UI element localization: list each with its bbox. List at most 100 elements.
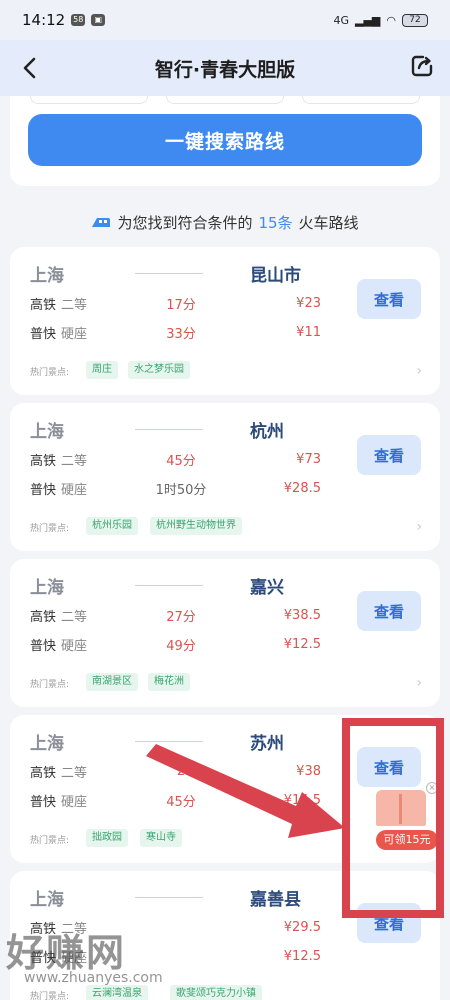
- option-pill[interactable]: [30, 96, 148, 104]
- fare-row: 普快 硬座 33分 ¥11: [30, 322, 330, 342]
- fare-price: ¥38.5: [283, 607, 321, 623]
- route-destination: 嘉兴: [250, 578, 284, 598]
- travel-time: 27分: [166, 609, 196, 625]
- train-type: 普快: [30, 794, 57, 810]
- travel-time: 45分: [166, 453, 196, 469]
- hot-spots-label: 热门景点:: [30, 524, 70, 534]
- train-type: 高铁: [30, 453, 57, 469]
- status-time: 14:12: [22, 11, 66, 29]
- battery-icon: 72: [402, 13, 428, 27]
- option-pill[interactable]: [166, 96, 284, 104]
- attraction-tag[interactable]: 周庄: [86, 361, 118, 379]
- route-destination: 苏州: [250, 734, 284, 754]
- fare-price: ¥28.5: [283, 480, 321, 496]
- share-icon[interactable]: [410, 54, 434, 78]
- fare-row: 普快 硬座 45分 ¥14.5: [30, 790, 330, 810]
- status-bar: 14:12 58 ▣ 4G ▂▄▆ ◠ 72: [0, 0, 450, 40]
- view-button[interactable]: 查看: [357, 279, 421, 319]
- route-connector: [135, 897, 203, 898]
- chevron-right-icon[interactable]: ›: [416, 519, 422, 535]
- highlight-box: [342, 718, 444, 918]
- seat-class: 硬座: [61, 326, 88, 342]
- search-routes-button[interactable]: 一键搜索路线: [28, 114, 422, 166]
- route-connector: [135, 741, 203, 742]
- route-card[interactable]: 上海 杭州 高铁 二等 45分 ¥73 普快 硬座 1时50分 ¥28.5 查看 热门景点:…: [10, 403, 440, 551]
- route-card[interactable]: 上海 嘉兴 高铁 二等 27分 ¥38.5 普快 硬座 49分 ¥12.5 查看 热门景点:…: [10, 559, 440, 707]
- fare-price: ¥12.5: [283, 636, 321, 652]
- fare-price: ¥23: [296, 295, 321, 311]
- fare-price: ¥38: [296, 763, 321, 779]
- result-suffix: 火车路线: [298, 213, 359, 232]
- fare-price: ¥12.5: [283, 948, 321, 964]
- back-icon[interactable]: [18, 54, 44, 82]
- travel-time: 33分: [166, 326, 196, 342]
- route-origin: 上海: [30, 266, 64, 286]
- travel-time: 1时50分: [155, 482, 207, 498]
- route-connector: [135, 585, 203, 586]
- page-title: 智行·青春大胆版: [154, 58, 296, 81]
- seat-class: 二等: [61, 297, 88, 313]
- hot-spots-label: 热门景点:: [30, 368, 70, 378]
- result-summary: 为您找到符合条件的 15条 火车路线: [0, 208, 450, 236]
- train-type: 高铁: [30, 765, 57, 781]
- seat-class: 二等: [61, 765, 88, 781]
- route-origin: 上海: [30, 578, 64, 598]
- train-type: 高铁: [30, 297, 57, 313]
- train-type: 普快: [30, 482, 57, 498]
- app-header: 智行·青春大胆版: [0, 40, 450, 96]
- fare-row: 高铁 二等 45分 ¥73: [30, 449, 330, 469]
- fare-row: 普快 硬座 1时50分 ¥28.5: [30, 478, 330, 498]
- route-origin: 上海: [30, 422, 64, 442]
- route-card[interactable]: 上海 昆山市 高铁 二等 17分 ¥23 普快 硬座 33分 ¥11 查看 热门景点: 周庄…: [10, 247, 440, 395]
- attraction-tag[interactable]: 水之梦乐园: [128, 361, 190, 379]
- fare-row: 高铁 二等 17分 ¥23: [30, 293, 330, 313]
- travel-time: 2: [176, 763, 186, 779]
- hot-spots-label: 热门景点:: [30, 680, 70, 690]
- attraction-tag[interactable]: 杭州乐园: [86, 517, 138, 535]
- train-icon: [92, 218, 111, 227]
- travel-time: 49分: [166, 638, 196, 654]
- signal-icon: ▂▄▆: [355, 13, 381, 27]
- route-origin: 上海: [30, 890, 64, 910]
- view-button[interactable]: 查看: [357, 435, 421, 475]
- attraction-tag[interactable]: 梅花洲: [148, 673, 190, 691]
- search-card: 一键搜索路线: [10, 96, 440, 186]
- attraction-tag[interactable]: 南湖景区: [86, 673, 138, 691]
- wifi-icon: ◠: [386, 13, 396, 27]
- fare-row: 普快 硬座 49分 ¥12.5: [30, 634, 330, 654]
- route-connector: [135, 273, 203, 274]
- fare-row: 高铁 二等 27分 ¥38.5: [30, 605, 330, 625]
- route-destination: 昆山市: [250, 266, 301, 286]
- fare-price: ¥14.5: [283, 792, 321, 808]
- chevron-right-icon[interactable]: ›: [416, 675, 422, 691]
- hot-spots-label: 热门景点:: [30, 836, 70, 846]
- seat-class: 二等: [61, 453, 88, 469]
- route-origin: 上海: [30, 734, 64, 754]
- attraction-tag[interactable]: 拙政园: [86, 829, 128, 847]
- travel-time: 17分: [166, 297, 196, 313]
- network-label: 4G: [333, 13, 349, 27]
- fare-price: ¥73: [296, 451, 321, 467]
- fare-row: 高铁 二等 2 ¥38: [30, 761, 330, 781]
- view-button[interactable]: 查看: [357, 591, 421, 631]
- train-type: 普快: [30, 638, 57, 654]
- travel-time: 45分: [166, 794, 196, 810]
- app-notification-icon: ▣: [91, 14, 106, 26]
- route-destination: 杭州: [250, 422, 284, 442]
- notification-badge: 58: [71, 14, 86, 26]
- train-type: 高铁: [30, 609, 57, 625]
- fare-price: ¥29.5: [283, 919, 321, 935]
- route-destination: 嘉善县: [250, 890, 301, 910]
- attraction-tag[interactable]: 杭州野生动物世界: [150, 517, 242, 535]
- result-prefix: 为您找到符合条件的: [117, 213, 253, 232]
- fare-price: ¥11: [296, 324, 321, 340]
- chevron-right-icon[interactable]: ›: [416, 363, 422, 379]
- watermark-url: www.zhuanyes.com: [24, 970, 163, 986]
- seat-class: 二等: [61, 609, 88, 625]
- seat-class: 硬座: [61, 794, 88, 810]
- train-type: 普快: [30, 326, 57, 342]
- seat-class: 硬座: [61, 482, 88, 498]
- attraction-tag[interactable]: 寒山寺: [140, 829, 182, 847]
- option-pill[interactable]: [302, 96, 420, 104]
- watermark-logo: 好赚网: [6, 931, 127, 975]
